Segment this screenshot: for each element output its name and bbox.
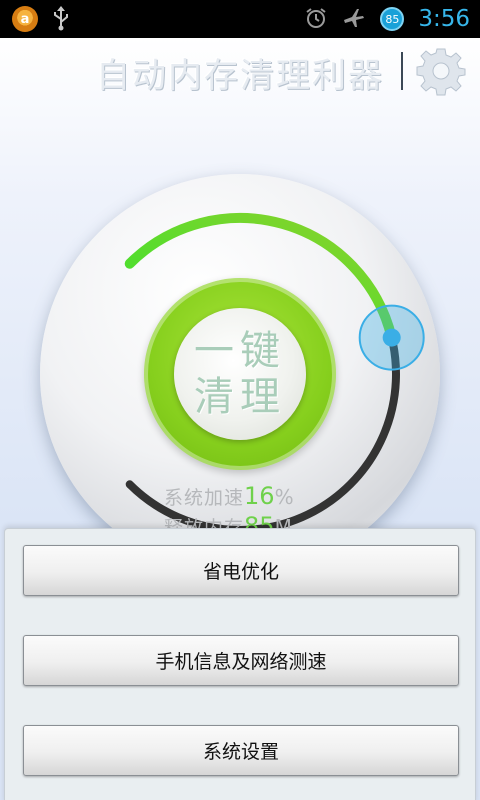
status-bar-left: a [12,5,70,34]
phone-info-speedtest-button[interactable]: 手机信息及网络测速 [23,635,459,686]
one-key-label-line1: 一键 [194,328,286,374]
battery-badge-icon: 85 [380,7,405,31]
speedup-unit: % [274,485,294,509]
app-header: 自动内存清理利器 [0,38,480,104]
settings-button[interactable] [414,44,468,98]
alarm-icon [304,6,328,33]
one-key-clean-button[interactable]: 一键 清理 [144,278,336,470]
speedup-label: 系统加速 [164,487,245,509]
system-settings-button[interactable]: 系统设置 [23,725,459,776]
status-time: 3:56 [418,6,470,32]
speedup-stat: 系统加速 16 % [164,482,364,512]
power-saving-button[interactable]: 省电优化 [23,545,459,596]
app-notification-icon: a [12,6,38,32]
speedup-value: 16 [244,482,275,510]
one-key-clean-face: 一键 清理 [174,308,306,440]
page-title: 自动内存清理利器 [96,56,384,96]
status-bar: a 85 3:56 [0,0,480,38]
menu-panel: 省电优化 手机信息及网络测速 系统设置 [4,528,476,800]
cleanup-dial: 一键 清理 系统加速 16 % 释放内存 85 M [40,174,440,574]
one-key-label-line2: 清理 [194,374,286,420]
title-divider [401,52,403,90]
app-screen: 自动内存清理利器 一键 清理 系统加速 16 % 85 M 省电优化 手机信息及… [0,38,480,800]
gauge-knob[interactable] [358,304,425,371]
usb-icon [52,5,70,34]
airplane-mode-icon [342,6,366,33]
status-bar-right: 85 3:56 [304,6,470,33]
gear-icon [416,48,466,96]
